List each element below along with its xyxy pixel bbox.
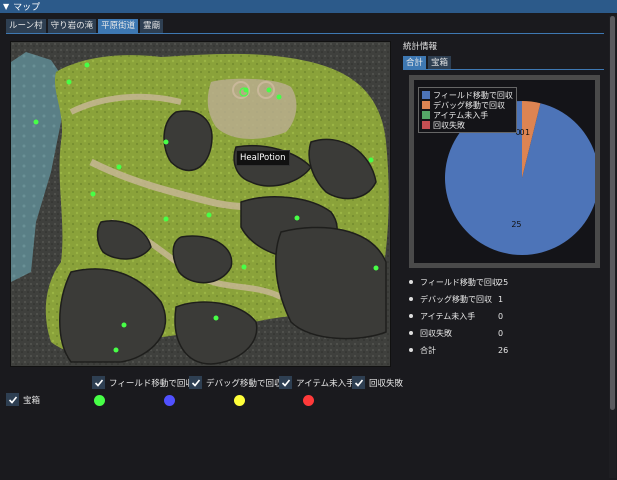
stat-label: アイテム未入手 (420, 311, 476, 321)
stat-label: 回収失敗 (420, 328, 452, 338)
filter-treasure-chest[interactable]: 宝箱 (6, 393, 40, 406)
stat-value: 0 (498, 311, 504, 321)
stats-tab-underline (403, 69, 604, 70)
stat-row-failed: 回収失敗 0 (409, 327, 569, 339)
chart-legend: フィールド移動で回収 デバッグ移動で回収 アイテム未入手 回収失敗 (418, 87, 517, 133)
legend-label-failed: 回収失敗 (433, 120, 465, 130)
window-title: マップ (13, 3, 41, 13)
tab-rune-village[interactable]: ルーン村 (6, 19, 46, 33)
pie-chart-panel: 25 1 0 0 フィールド移動で回収 デバッグ移動で回収 アイテム未入手 回収失敗 (409, 75, 600, 268)
check-icon (8, 395, 17, 404)
pie-chart-area: 25 1 0 0 フィールド移動で回収 デバッグ移動で回収 アイテム未入手 回収失敗 (414, 80, 599, 263)
filter-collect-failed-label: 回収失敗 (369, 378, 404, 389)
filter-item-missing-label: アイテム未入手 (296, 378, 355, 389)
color-swatch-missing[interactable] (234, 395, 245, 406)
color-swatch-debug[interactable] (164, 395, 175, 406)
color-swatch-field[interactable] (94, 395, 105, 406)
legend-item-field: フィールド移動で回収 (422, 90, 513, 100)
legend-swatch-missing (422, 111, 430, 119)
check-icon (94, 378, 103, 387)
stat-row-debug: デバッグ移動で回収 1 (409, 293, 569, 305)
stat-label: フィールド移動で回収 (420, 277, 500, 287)
bullet-icon (409, 280, 413, 284)
tab-guardian-rock-falls[interactable]: 守り岩の滝 (47, 19, 97, 33)
checkbox-field-collected[interactable] (92, 376, 105, 389)
tab-stats-treasure[interactable]: 宝箱 (428, 56, 452, 70)
checkbox-item-missing[interactable] (279, 376, 292, 389)
bullet-icon (409, 331, 413, 335)
stat-value: 26 (498, 345, 509, 355)
filter-field-collected-label: フィールド移動で回収 (109, 378, 194, 389)
stat-value: 0 (498, 328, 504, 338)
tab-mausoleum[interactable]: 霊廟 (140, 19, 164, 33)
legend-swatch-field (422, 91, 430, 99)
color-swatch-failed[interactable] (303, 395, 314, 406)
filter-treasure-chest-label: 宝箱 (23, 395, 41, 406)
stat-row-total: 合計 26 (409, 344, 569, 356)
bullet-icon (409, 297, 413, 301)
filter-collect-failed[interactable]: 回収失敗 (352, 376, 403, 389)
filter-debug-collected-label: デバッグ移動で回収 (206, 378, 283, 389)
check-icon (354, 378, 363, 387)
map-item-tooltip: HealPotion (236, 150, 290, 166)
bullet-icon (409, 314, 413, 318)
stat-label: デバッグ移動で回収 (420, 294, 492, 304)
tab-underline (6, 33, 604, 34)
stat-row-field: フィールド移動で回収 25 (409, 276, 569, 288)
filter-field-collected[interactable]: フィールド移動で回収 (92, 376, 194, 389)
check-icon (281, 378, 290, 387)
window-titlebar[interactable]: ▼ マップ (0, 0, 617, 13)
pie-label-failed: 0 (519, 128, 524, 137)
collapse-icon[interactable]: ▼ (3, 2, 9, 11)
checkbox-debug-collected[interactable] (189, 376, 202, 389)
legend-item-missing: アイテム未入手 (422, 110, 513, 120)
stat-label: 合計 (420, 345, 436, 355)
stat-row-missing: アイテム未入手 0 (409, 310, 569, 322)
map-tab-bar: ルーン村 守り岩の滝 平原街道 霊廟 (6, 19, 164, 33)
pie-label-field: 25 (511, 220, 521, 229)
stats-tab-bar: 合計 宝箱 (403, 56, 452, 70)
legend-item-debug: デバッグ移動で回収 (422, 100, 513, 110)
map-terrain-image (11, 42, 390, 366)
pie-label-debug: 1 (525, 128, 530, 137)
bullet-icon (409, 348, 413, 352)
legend-swatch-debug (422, 101, 430, 109)
checkbox-collect-failed[interactable] (352, 376, 365, 389)
map-view[interactable]: HealPotion (10, 41, 391, 367)
stat-value: 1 (498, 294, 504, 304)
tab-stats-total[interactable]: 合計 (403, 56, 427, 70)
legend-swatch-failed (422, 121, 430, 129)
stat-value: 25 (498, 277, 509, 287)
legend-item-failed: 回収失敗 (422, 120, 513, 130)
check-icon (191, 378, 200, 387)
scrollbar-thumb[interactable] (610, 16, 615, 410)
filter-item-missing[interactable]: アイテム未入手 (279, 376, 355, 389)
stats-title: 統計情報 (403, 42, 438, 52)
checkbox-treasure-chest[interactable] (6, 393, 19, 406)
filter-debug-collected[interactable]: デバッグ移動で回収 (189, 376, 283, 389)
tab-plains-road[interactable]: 平原街道 (98, 19, 139, 33)
